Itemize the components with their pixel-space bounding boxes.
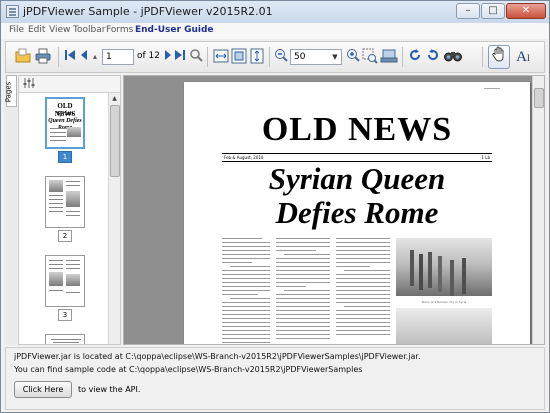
queen-illustration: [396, 308, 492, 344]
main-toolbar: ▴ 1 of 12 50 ▼ AI: [5, 41, 545, 73]
thumbnail-image: [45, 176, 85, 228]
window-title: jPDFViewer Sample - jPDFViewer v2015R2.0…: [23, 5, 273, 18]
previous-page-icon[interactable]: [78, 48, 90, 66]
zoom-in-icon[interactable]: [346, 48, 360, 66]
application-window: jPDFViewer Sample - jPDFViewer v2015R2.0…: [0, 0, 550, 413]
next-page-icon[interactable]: [162, 48, 174, 66]
menu-file[interactable]: File: [9, 25, 24, 35]
photo-caption: Ruins of a Roman city in Syria: [421, 300, 467, 304]
date-text: Feb & August, 2010: [224, 155, 264, 160]
scroll-up-icon[interactable]: ▲: [109, 93, 120, 104]
thumbnail-number: 2: [58, 230, 72, 242]
article-column-1: [222, 238, 270, 344]
article-column-3: [336, 238, 390, 338]
page-mode-icon[interactable]: [380, 48, 398, 66]
refresh-icon[interactable]: [426, 48, 440, 66]
page-number-input[interactable]: 1: [102, 49, 134, 65]
menu-toolbar[interactable]: Toolbar: [73, 25, 105, 35]
thumbnail-options-icon[interactable]: [23, 77, 35, 92]
document-viewer[interactable]: OLD NEWS Feb & August, 2010 1 Lb Syrian …: [123, 75, 545, 345]
article-column-2: [276, 238, 330, 342]
menu-bar: File Edit View Toolbar Forms End-User Gu…: [1, 23, 549, 39]
sample-code-text: You can find sample code at C:\qoppa\ecl…: [14, 365, 363, 374]
open-folder-icon[interactable]: [14, 48, 32, 66]
thumbnail-image: OLD NEWS Syrian Queen Defies Rome: [45, 97, 85, 149]
menu-edit[interactable]: Edit: [28, 25, 45, 35]
app-icon: [6, 5, 19, 18]
thumbnail-page-2[interactable]: 2: [45, 176, 85, 242]
jar-location-text: jPDFViewer.jar is located at C:\qoppa\ec…: [14, 352, 421, 361]
thumbnail-panel-header: [19, 76, 120, 93]
ruins-photo: Ruins of a Roman city in Syria: [396, 238, 492, 304]
fit-height-icon[interactable]: [249, 48, 265, 66]
info-panel: jPDFViewer.jar is located at C:\qoppa\ec…: [5, 347, 545, 410]
zoom-to-page-icon[interactable]: [189, 48, 203, 66]
text-select-icon[interactable]: AI: [513, 48, 533, 66]
page-count-label: of 12: [137, 51, 160, 61]
fit-page-icon[interactable]: [231, 48, 247, 66]
page-field-spinner-icon[interactable]: ▴: [90, 48, 100, 66]
zoom-value: 50: [294, 52, 306, 62]
menu-end-user-guide[interactable]: End-User Guide: [135, 25, 214, 35]
price-text: 1 Lb: [481, 155, 490, 160]
maximize-button[interactable]: □: [481, 3, 505, 19]
thumbnail-panel: OLD NEWS Syrian Queen Defies Rome 1: [18, 75, 121, 345]
view-api-button[interactable]: Click Here: [14, 381, 72, 398]
menu-forms[interactable]: Forms: [106, 25, 133, 35]
zoom-region-icon[interactable]: [362, 48, 378, 66]
zoom-select[interactable]: 50 ▼: [290, 49, 342, 65]
first-page-icon[interactable]: [64, 48, 76, 66]
chevron-down-icon[interactable]: ▼: [329, 50, 341, 64]
pages-tab[interactable]: Pages: [4, 75, 17, 107]
thumbnail-number: 3: [58, 309, 72, 321]
fit-width-icon[interactable]: [213, 48, 229, 66]
thumbnail-page-1[interactable]: OLD NEWS Syrian Queen Defies Rome 1: [45, 97, 85, 163]
thumbnail-image: [45, 334, 85, 344]
thumbnail-page-3[interactable]: 3: [45, 255, 85, 321]
pages-tab-label: Pages: [4, 81, 13, 103]
thumbnail-scrollbar[interactable]: ▲: [108, 93, 120, 344]
hand-tool-icon[interactable]: [488, 45, 510, 69]
thumbnail-number: 1: [58, 151, 72, 163]
print-icon[interactable]: [34, 48, 52, 66]
thumbnail-list: OLD NEWS Syrian Queen Defies Rome 1: [19, 93, 109, 344]
headline-line-1: Syrian Queen: [268, 161, 446, 196]
newspaper-masthead: OLD NEWS: [261, 111, 453, 148]
minimize-button[interactable]: –: [456, 3, 480, 19]
title-bar: jPDFViewer Sample - jPDFViewer v2015R2.0…: [1, 1, 549, 24]
close-button[interactable]: ✕: [506, 3, 546, 19]
viewer-scrollbar[interactable]: [532, 76, 544, 344]
find-icon[interactable]: [444, 48, 462, 66]
side-tab-strip: Pages: [4, 75, 17, 345]
menu-view[interactable]: View: [49, 25, 70, 35]
scrollbar-thumb[interactable]: [110, 105, 120, 177]
thumbnail-image: [45, 255, 85, 307]
last-page-icon[interactable]: [174, 48, 186, 66]
scrollbar-thumb[interactable]: [534, 88, 544, 108]
headline-line-2: Defies Rome: [275, 195, 439, 230]
rotate-icon[interactable]: [408, 48, 422, 66]
zoom-out-icon[interactable]: [274, 48, 288, 66]
view-api-text: to view the API.: [78, 385, 141, 394]
thumbnail-page-4[interactable]: [45, 334, 85, 344]
pdf-page: OLD NEWS Feb & August, 2010 1 Lb Syrian …: [184, 82, 530, 344]
